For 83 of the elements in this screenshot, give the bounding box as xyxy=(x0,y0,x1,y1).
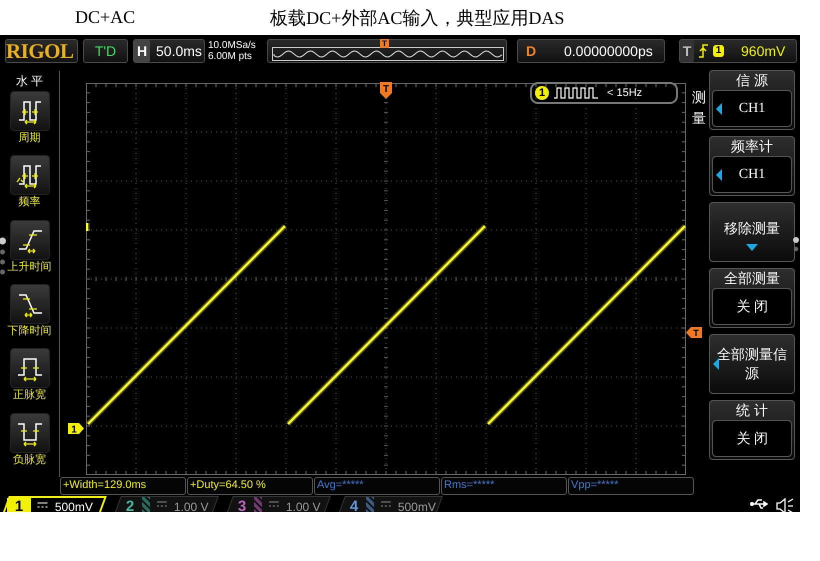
delay-label: D xyxy=(524,42,538,61)
menu-label: 下降时间 xyxy=(8,324,52,339)
timebase-field[interactable]: H 50.0ms xyxy=(133,39,205,63)
softkey[interactable]: 频率计 CH1 xyxy=(709,136,795,196)
menu-title: 测量 xyxy=(692,88,706,128)
header-title: 板载DC+外部AC输入，典型应用DAS xyxy=(270,6,564,30)
trigger-level: 960mV xyxy=(741,43,786,59)
left-arrow-icon xyxy=(716,168,722,180)
channel-tab[interactable]: 2 1.00 V xyxy=(113,496,219,512)
menu-label: 上升时间 xyxy=(8,260,52,275)
measure-button[interactable] xyxy=(10,412,50,453)
softkey[interactable]: 信 源 CH1 xyxy=(709,70,795,130)
measure-button[interactable] xyxy=(10,284,50,324)
sample-rate: 10.0MSa/s xyxy=(208,40,257,51)
measurement-readout: Rms=***** xyxy=(441,477,567,495)
channel-number: 2 xyxy=(124,498,136,512)
channel-tab[interactable]: 4 500mV xyxy=(337,496,443,512)
left-arrow-icon xyxy=(713,358,719,370)
softkey-value: 关 闭 xyxy=(736,430,768,448)
dc-coupling-icon xyxy=(268,501,279,507)
softkey[interactable]: 全部测量信源 xyxy=(709,334,795,394)
delay-field[interactable]: D 0.00000000ps xyxy=(517,39,665,63)
softkey-value: CH1 xyxy=(738,166,766,182)
dc-coupling-icon xyxy=(380,501,391,507)
softkey-title: 全部测量信源 xyxy=(717,345,787,383)
measure-button[interactable] xyxy=(10,348,50,388)
timebase-label: H xyxy=(134,40,150,62)
channel-tab[interactable]: 1 500mV xyxy=(1,496,107,512)
counter-channel: 1 xyxy=(535,86,549,100)
channel-scale: 500mV xyxy=(55,500,94,512)
channel-number: 3 xyxy=(236,498,248,512)
down-arrow-icon xyxy=(746,244,758,251)
trigger-source: 1 xyxy=(713,45,724,57)
header-title: DC+AC xyxy=(75,7,136,28)
trigger-field[interactable]: T 1 960mV xyxy=(679,39,797,63)
softkey[interactable]: 移除测量 xyxy=(709,202,795,262)
softkey-title: 信 源 xyxy=(736,71,768,90)
pulse-train-icon xyxy=(554,87,598,99)
trigger-level-marker[interactable]: T xyxy=(686,327,702,338)
menu-label: 周期 xyxy=(18,130,40,146)
channel-offset-marker[interactable]: 1 xyxy=(68,423,84,434)
channel-scale: 1.00 V xyxy=(174,500,209,512)
measure-button[interactable] xyxy=(10,220,50,260)
softkey-title: 频率计 xyxy=(731,137,773,156)
left-arrow-icon xyxy=(716,102,722,114)
trigger-label: T xyxy=(680,40,694,62)
rising-edge-icon xyxy=(699,44,708,58)
measure-button[interactable] xyxy=(10,90,50,131)
trigger-marker: T xyxy=(380,39,389,48)
softkey[interactable]: 全部测量 关 闭 xyxy=(709,268,795,328)
channel-number: 1 xyxy=(7,498,31,512)
memory-depth: 6.00M pts xyxy=(208,51,253,62)
dc-coupling-icon xyxy=(156,501,167,507)
softkey-value: CH1 xyxy=(738,100,766,116)
menu-label: 负脉宽 xyxy=(13,452,46,468)
usb-icon xyxy=(750,498,770,510)
brand-logo: RIGOL xyxy=(5,39,78,63)
delay-value: 0.00000000ps xyxy=(564,43,653,59)
softkey-value: 关 闭 xyxy=(736,298,768,316)
page-indicator-icon xyxy=(793,237,799,253)
measurement-readout: Vpp=***** xyxy=(568,477,694,495)
measure-button[interactable] xyxy=(10,155,50,196)
speaker-muted-icon xyxy=(776,498,794,512)
menu-label: 频率 xyxy=(18,195,40,210)
timebase-value: 50.0ms xyxy=(156,43,202,59)
measurement-readout: +Width=129.0ms xyxy=(60,477,186,495)
softkey-title: 移除测量 xyxy=(723,219,781,238)
dc-coupling-icon xyxy=(38,502,48,508)
softkey-title: 统 计 xyxy=(736,401,768,420)
trigger-position-marker[interactable]: T xyxy=(380,82,392,99)
channel-tab[interactable]: 3 1.00 V xyxy=(225,496,331,512)
softkey[interactable]: 统 计 关 闭 xyxy=(709,400,795,460)
channel-scale: 1.00 V xyxy=(286,500,321,512)
channel-scale: 500mV xyxy=(398,500,436,512)
run-status: T'D xyxy=(83,39,128,63)
measurement-readout: Avg=***** xyxy=(314,477,440,495)
counter-value: < 15Hz xyxy=(607,87,642,99)
measurement-readout: +Duty=64.50 % xyxy=(187,477,313,495)
menu-title: 水 平 xyxy=(16,73,44,90)
menu-label: 正脉宽 xyxy=(13,388,46,404)
softkey-title: 全部测量 xyxy=(724,269,780,288)
page-indicator-icon xyxy=(0,237,6,277)
channel-number: 4 xyxy=(348,498,360,512)
